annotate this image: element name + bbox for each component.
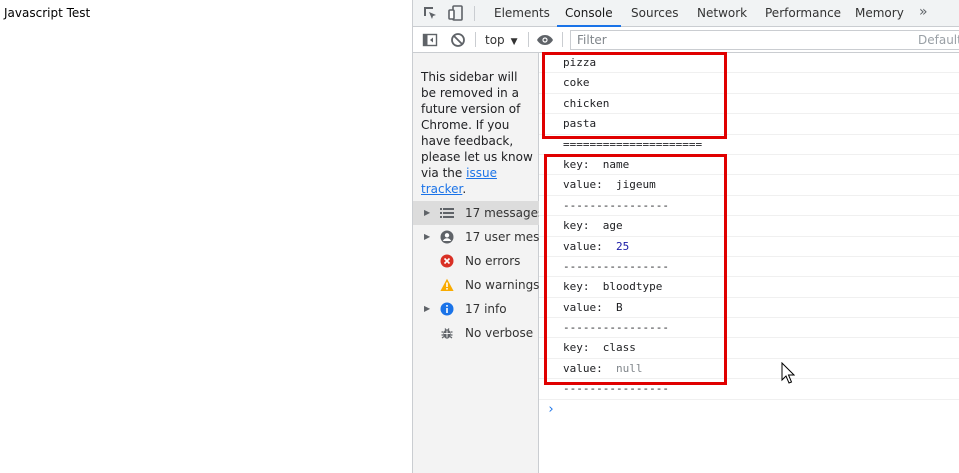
value-label: value: — [563, 300, 616, 314]
value-null: null — [615, 361, 643, 375]
value-string: B — [615, 300, 623, 314]
notice-end: . — [462, 182, 467, 196]
key-label: key: — [563, 280, 603, 294]
sidebar-deprecation-notice: This sidebar will be removed in a future… — [421, 69, 533, 197]
toolbar-divider — [562, 32, 563, 47]
tab-memory[interactable]: Memory — [855, 0, 904, 26]
sidebar-item-label: 17 user mes... — [465, 230, 539, 244]
console-message: coke — [539, 73, 959, 94]
filter-input[interactable] — [570, 30, 959, 50]
warning-icon — [440, 278, 454, 291]
value-label: value: — [563, 361, 616, 375]
key-value: class — [602, 341, 636, 355]
eye-icon[interactable] — [536, 32, 554, 48]
more-tabs-icon[interactable]: » — [919, 0, 928, 26]
key-value: bloodtype — [602, 280, 663, 294]
console-divider: ---------------- — [539, 257, 959, 278]
sidebar-item-user-messages[interactable]: ▶ 17 user mes... — [413, 225, 539, 249]
dropdown-arrow-icon: ▼ — [510, 37, 518, 47]
value-number: 25 — [615, 239, 630, 253]
key-value: name — [602, 157, 630, 171]
web-page: Javascript Test — [0, 0, 412, 473]
log-levels-dropdown[interactable]: Default l — [914, 31, 959, 49]
tab-elements[interactable]: Elements — [494, 0, 550, 26]
value-label: value: — [563, 239, 616, 253]
console-message: pizza — [539, 53, 959, 74]
console-divider: ===================== — [539, 135, 959, 155]
sidebar-item-label: No verbose — [465, 326, 534, 340]
key-value: age — [602, 219, 623, 233]
tab-performance[interactable]: Performance — [765, 0, 841, 26]
user-icon — [440, 230, 454, 244]
mouse-cursor-icon — [781, 362, 795, 384]
console-message: key: bloodtype — [539, 277, 959, 298]
expand-arrow-icon[interactable]: ▶ — [424, 297, 430, 321]
console-message: value: null — [539, 359, 959, 380]
devtools-panel: Elements Console Sources Network Perform… — [412, 0, 959, 473]
expand-arrow-icon[interactable]: ▶ — [424, 225, 430, 249]
devtools-tabbar: Elements Console Sources Network Perform… — [413, 0, 959, 27]
console-divider: ---------------- — [539, 318, 959, 339]
sidebar-item-label: 17 messages — [465, 206, 539, 220]
device-toolbar-icon[interactable] — [448, 5, 464, 21]
console-message: chicken — [539, 94, 959, 115]
value-label: value: — [563, 178, 616, 192]
sidebar-item-verbose[interactable]: No verbose — [413, 321, 539, 345]
key-label: key: — [563, 157, 603, 171]
toolbar-divider — [528, 32, 529, 47]
console-message: key: age — [539, 216, 959, 237]
key-label: key: — [563, 219, 603, 233]
sidebar-filter-list: ▶ 17 messages ▶ 17 user mes... — [413, 201, 539, 345]
console-message: value: B — [539, 298, 959, 319]
inspect-element-icon[interactable] — [422, 5, 438, 21]
value-string: jigeum — [615, 178, 656, 192]
console-message: value: 25 — [539, 237, 959, 257]
console-divider: ---------------- — [539, 196, 959, 217]
sidebar-item-label: No warnings — [465, 278, 539, 292]
console-message: key: class — [539, 338, 959, 359]
console-message: value: jigeum — [539, 175, 959, 196]
tab-console[interactable]: Console — [557, 0, 621, 27]
sidebar-item-label: No errors — [465, 254, 521, 268]
tab-network[interactable]: Network — [697, 0, 747, 26]
show-sidebar-icon[interactable] — [422, 32, 438, 48]
error-icon — [440, 254, 454, 268]
list-icon — [440, 208, 454, 218]
page-text: Javascript Test — [4, 6, 91, 20]
console-divider: ---------------- — [539, 379, 959, 400]
context-selector[interactable]: top ▼ — [485, 31, 518, 49]
key-label: key: — [563, 341, 603, 355]
sidebar-item-messages[interactable]: ▶ 17 messages — [413, 201, 539, 225]
tabbar-divider — [474, 6, 475, 21]
bug-icon — [441, 328, 453, 339]
console-prompt[interactable]: › — [539, 400, 959, 422]
console-message: key: name — [539, 155, 959, 176]
tab-sources[interactable]: Sources — [631, 0, 678, 26]
info-icon — [440, 302, 454, 316]
toolbar-divider — [475, 32, 476, 47]
expand-arrow-icon[interactable]: ▶ — [424, 201, 430, 225]
prompt-chevron-icon: › — [547, 401, 555, 417]
sidebar-item-errors[interactable]: No errors — [413, 249, 539, 273]
console-toolbar: top ▼ Default l — [413, 27, 959, 53]
console-sidebar: This sidebar will be removed in a future… — [413, 53, 539, 473]
sidebar-item-warnings[interactable]: No warnings — [413, 273, 539, 297]
context-label: top — [485, 33, 505, 47]
sidebar-item-info[interactable]: ▶ 17 info — [413, 297, 539, 321]
notice-text: This sidebar will be removed in a future… — [421, 70, 533, 180]
sidebar-item-label: 17 info — [465, 302, 507, 316]
console-output: pizza coke chicken pasta ===============… — [539, 52, 959, 473]
clear-console-icon[interactable] — [450, 32, 466, 48]
console-message: pasta — [539, 114, 959, 135]
